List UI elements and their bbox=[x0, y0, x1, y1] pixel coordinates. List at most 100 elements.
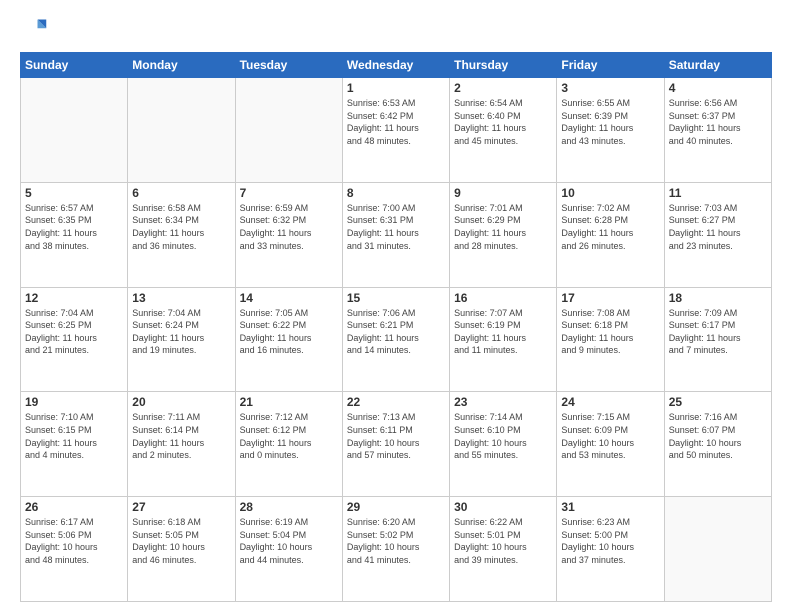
day-cell: 14Sunrise: 7:05 AM Sunset: 6:22 PM Dayli… bbox=[235, 287, 342, 392]
day-number: 13 bbox=[132, 291, 230, 305]
day-number: 23 bbox=[454, 395, 552, 409]
day-info: Sunrise: 6:59 AM Sunset: 6:32 PM Dayligh… bbox=[240, 202, 338, 252]
day-info: Sunrise: 6:54 AM Sunset: 6:40 PM Dayligh… bbox=[454, 97, 552, 147]
day-cell: 29 Sunrise: 6:20 AM Sunset: 5:02 PM Dayli… bbox=[342, 497, 449, 602]
day-cell bbox=[235, 78, 342, 183]
day-info: Sunrise: 7:06 AM Sunset: 6:21 PM Dayligh… bbox=[347, 307, 445, 357]
week-row-1: 5 Sunrise: 6:57 AM Sunset: 6:35 PM Daylig… bbox=[21, 182, 772, 287]
day-cell: 30 Sunrise: 6:22 AM Sunset: 5:01 PM Dayli… bbox=[450, 497, 557, 602]
day-cell: 25Sunrise: 7:16 AM Sunset: 6:07 PM Dayli… bbox=[664, 392, 771, 497]
day-header-monday: Monday bbox=[128, 53, 235, 78]
day-cell bbox=[21, 78, 128, 183]
day-number: 31 bbox=[561, 500, 659, 514]
day-number: 7 bbox=[240, 186, 338, 200]
day-cell: 7 Sunrise: 6:59 AM Sunset: 6:32 PM Daylig… bbox=[235, 182, 342, 287]
header bbox=[20, 16, 772, 44]
day-cell: 22Sunrise: 7:13 AM Sunset: 6:11 PM Dayli… bbox=[342, 392, 449, 497]
day-info: Sunrise: 7:08 AM Sunset: 6:18 PM Dayligh… bbox=[561, 307, 659, 357]
day-cell: 8 Sunrise: 7:00 AM Sunset: 6:31 PM Daylig… bbox=[342, 182, 449, 287]
day-cell bbox=[128, 78, 235, 183]
day-cell bbox=[664, 497, 771, 602]
day-info: Sunrise: 6:53 AM Sunset: 6:42 PM Dayligh… bbox=[347, 97, 445, 147]
day-cell: 4 Sunrise: 6:56 AM Sunset: 6:37 PM Daylig… bbox=[664, 78, 771, 183]
week-row-4: 26 Sunrise: 6:17 AM Sunset: 5:06 PM Dayli… bbox=[21, 497, 772, 602]
day-cell: 11 Sunrise: 7:03 AM Sunset: 6:27 PM Dayli… bbox=[664, 182, 771, 287]
week-row-2: 12 Sunrise: 7:04 AM Sunset: 6:25 PM Dayli… bbox=[21, 287, 772, 392]
day-header-tuesday: Tuesday bbox=[235, 53, 342, 78]
day-number: 2 bbox=[454, 81, 552, 95]
calendar-table: SundayMondayTuesdayWednesdayThursdayFrid… bbox=[20, 52, 772, 602]
day-info: Sunrise: 7:03 AM Sunset: 6:27 PM Dayligh… bbox=[669, 202, 767, 252]
day-number: 9 bbox=[454, 186, 552, 200]
day-number: 19 bbox=[25, 395, 123, 409]
day-info: Sunrise: 7:12 AM Sunset: 6:12 PM Dayligh… bbox=[240, 411, 338, 461]
day-number: 17 bbox=[561, 291, 659, 305]
day-number: 16 bbox=[454, 291, 552, 305]
day-cell: 20Sunrise: 7:11 AM Sunset: 6:14 PM Dayli… bbox=[128, 392, 235, 497]
day-info: Sunrise: 7:15 AM Sunset: 6:09 PM Dayligh… bbox=[561, 411, 659, 461]
day-number: 11 bbox=[669, 186, 767, 200]
day-cell: 17 Sunrise: 7:08 AM Sunset: 6:18 PM Dayli… bbox=[557, 287, 664, 392]
day-number: 12 bbox=[25, 291, 123, 305]
day-cell: 2 Sunrise: 6:54 AM Sunset: 6:40 PM Daylig… bbox=[450, 78, 557, 183]
day-header-thursday: Thursday bbox=[450, 53, 557, 78]
day-number: 18 bbox=[669, 291, 767, 305]
day-cell: 31Sunrise: 6:23 AM Sunset: 5:00 PM Dayli… bbox=[557, 497, 664, 602]
day-header-sunday: Sunday bbox=[21, 53, 128, 78]
day-info: Sunrise: 6:17 AM Sunset: 5:06 PM Dayligh… bbox=[25, 516, 123, 566]
day-cell: 24 Sunrise: 7:15 AM Sunset: 6:09 PM Dayli… bbox=[557, 392, 664, 497]
day-cell: 13 Sunrise: 7:04 AM Sunset: 6:24 PM Dayli… bbox=[128, 287, 235, 392]
day-info: Sunrise: 7:04 AM Sunset: 6:25 PM Dayligh… bbox=[25, 307, 123, 357]
day-info: Sunrise: 7:01 AM Sunset: 6:29 PM Dayligh… bbox=[454, 202, 552, 252]
day-info: Sunrise: 6:58 AM Sunset: 6:34 PM Dayligh… bbox=[132, 202, 230, 252]
day-info: Sunrise: 7:00 AM Sunset: 6:31 PM Dayligh… bbox=[347, 202, 445, 252]
day-number: 4 bbox=[669, 81, 767, 95]
page: SundayMondayTuesdayWednesdayThursdayFrid… bbox=[0, 0, 792, 612]
day-cell: 10Sunrise: 7:02 AM Sunset: 6:28 PM Dayli… bbox=[557, 182, 664, 287]
day-info: Sunrise: 6:56 AM Sunset: 6:37 PM Dayligh… bbox=[669, 97, 767, 147]
logo-icon bbox=[20, 16, 48, 44]
day-number: 6 bbox=[132, 186, 230, 200]
day-number: 28 bbox=[240, 500, 338, 514]
day-cell: 18 Sunrise: 7:09 AM Sunset: 6:17 PM Dayli… bbox=[664, 287, 771, 392]
day-cell: 16 Sunrise: 7:07 AM Sunset: 6:19 PM Dayli… bbox=[450, 287, 557, 392]
day-info: Sunrise: 7:05 AM Sunset: 6:22 PM Dayligh… bbox=[240, 307, 338, 357]
day-cell: 28 Sunrise: 6:19 AM Sunset: 5:04 PM Dayli… bbox=[235, 497, 342, 602]
day-cell: 9 Sunrise: 7:01 AM Sunset: 6:29 PM Daylig… bbox=[450, 182, 557, 287]
day-number: 1 bbox=[347, 81, 445, 95]
day-number: 30 bbox=[454, 500, 552, 514]
day-cell: 19Sunrise: 7:10 AM Sunset: 6:15 PM Dayli… bbox=[21, 392, 128, 497]
day-number: 8 bbox=[347, 186, 445, 200]
day-info: Sunrise: 7:02 AM Sunset: 6:28 PM Dayligh… bbox=[561, 202, 659, 252]
day-cell: 27Sunrise: 6:18 AM Sunset: 5:05 PM Dayli… bbox=[128, 497, 235, 602]
day-header-row: SundayMondayTuesdayWednesdayThursdayFrid… bbox=[21, 53, 772, 78]
day-number: 15 bbox=[347, 291, 445, 305]
day-header-friday: Friday bbox=[557, 53, 664, 78]
day-number: 22 bbox=[347, 395, 445, 409]
day-info: Sunrise: 7:14 AM Sunset: 6:10 PM Dayligh… bbox=[454, 411, 552, 461]
day-info: Sunrise: 7:11 AM Sunset: 6:14 PM Dayligh… bbox=[132, 411, 230, 461]
day-info: Sunrise: 6:57 AM Sunset: 6:35 PM Dayligh… bbox=[25, 202, 123, 252]
day-info: Sunrise: 7:04 AM Sunset: 6:24 PM Dayligh… bbox=[132, 307, 230, 357]
day-info: Sunrise: 7:09 AM Sunset: 6:17 PM Dayligh… bbox=[669, 307, 767, 357]
day-number: 3 bbox=[561, 81, 659, 95]
day-cell: 12 Sunrise: 7:04 AM Sunset: 6:25 PM Dayli… bbox=[21, 287, 128, 392]
day-number: 29 bbox=[347, 500, 445, 514]
day-info: Sunrise: 7:07 AM Sunset: 6:19 PM Dayligh… bbox=[454, 307, 552, 357]
week-row-0: 1 Sunrise: 6:53 AM Sunset: 6:42 PM Daylig… bbox=[21, 78, 772, 183]
day-number: 26 bbox=[25, 500, 123, 514]
day-info: Sunrise: 6:19 AM Sunset: 5:04 PM Dayligh… bbox=[240, 516, 338, 566]
day-cell: 15 Sunrise: 7:06 AM Sunset: 6:21 PM Dayli… bbox=[342, 287, 449, 392]
day-number: 25 bbox=[669, 395, 767, 409]
week-row-3: 19Sunrise: 7:10 AM Sunset: 6:15 PM Dayli… bbox=[21, 392, 772, 497]
day-info: Sunrise: 6:22 AM Sunset: 5:01 PM Dayligh… bbox=[454, 516, 552, 566]
day-number: 5 bbox=[25, 186, 123, 200]
day-number: 24 bbox=[561, 395, 659, 409]
day-cell: 5 Sunrise: 6:57 AM Sunset: 6:35 PM Daylig… bbox=[21, 182, 128, 287]
day-header-saturday: Saturday bbox=[664, 53, 771, 78]
day-cell: 26 Sunrise: 6:17 AM Sunset: 5:06 PM Dayli… bbox=[21, 497, 128, 602]
day-cell: 3 Sunrise: 6:55 AM Sunset: 6:39 PM Daylig… bbox=[557, 78, 664, 183]
day-cell: 1 Sunrise: 6:53 AM Sunset: 6:42 PM Daylig… bbox=[342, 78, 449, 183]
day-info: Sunrise: 6:20 AM Sunset: 5:02 PM Dayligh… bbox=[347, 516, 445, 566]
day-info: Sunrise: 6:55 AM Sunset: 6:39 PM Dayligh… bbox=[561, 97, 659, 147]
